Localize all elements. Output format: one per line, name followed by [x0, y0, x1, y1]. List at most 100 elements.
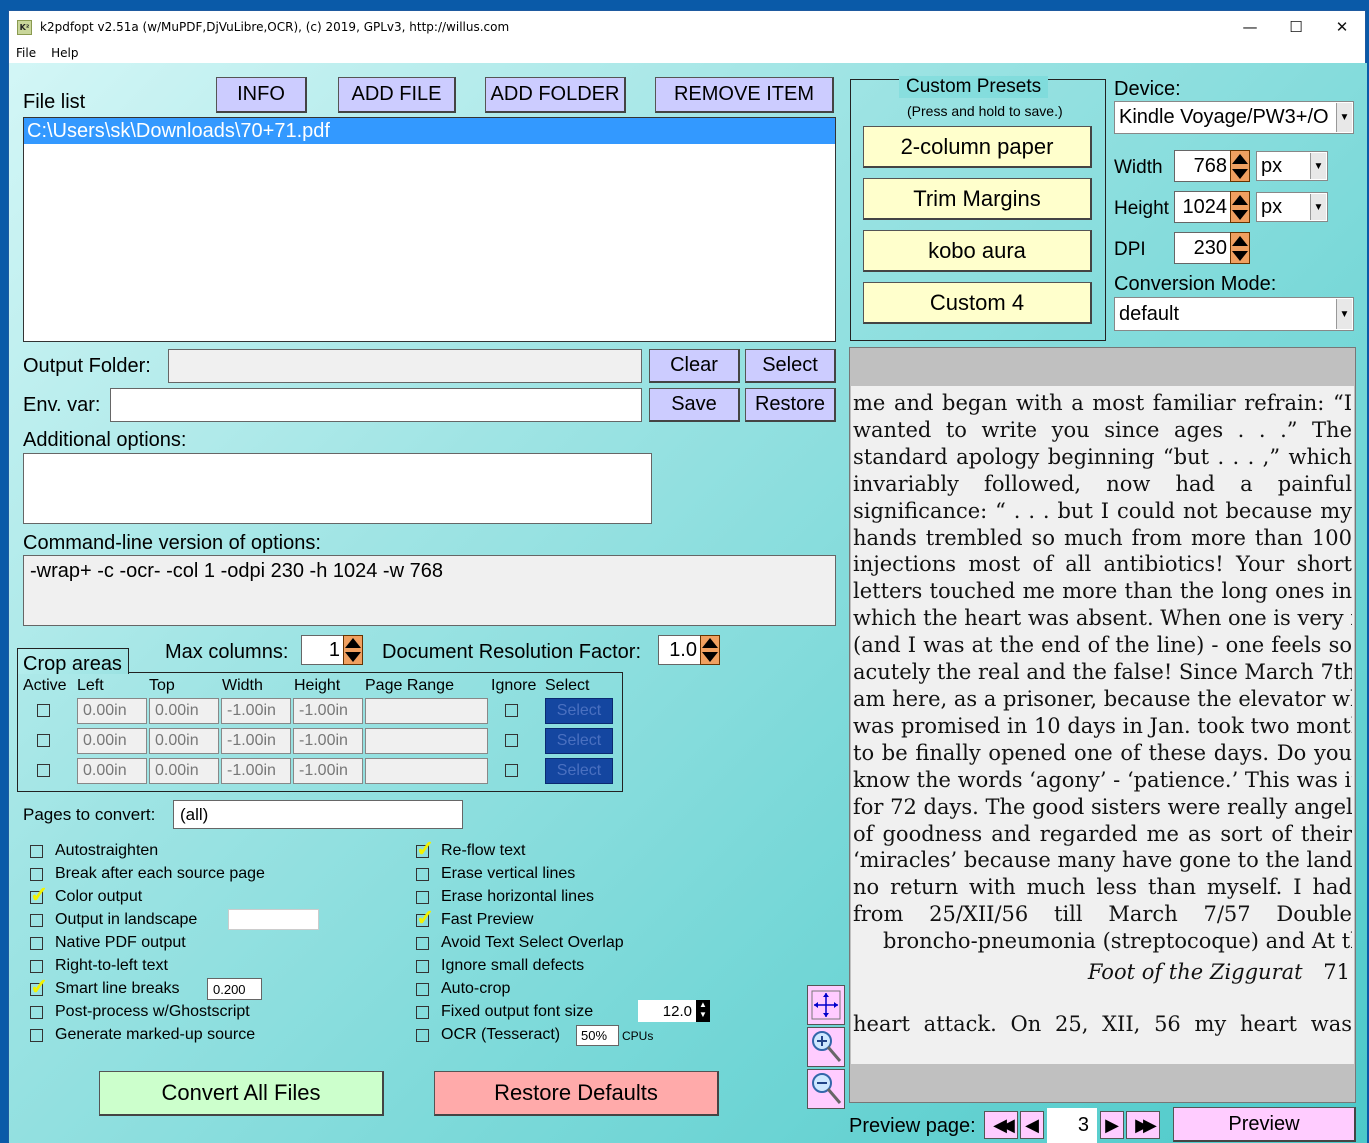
add-folder-button[interactable]: ADD FOLDER	[485, 77, 626, 113]
zoom-in-button[interactable]	[807, 1027, 845, 1067]
fast-preview-checkbox[interactable]	[416, 905, 434, 931]
crop-active-checkbox[interactable]	[37, 734, 50, 747]
smart-line-breaks-field[interactable]: 0.200	[207, 978, 262, 1000]
remove-item-button[interactable]: REMOVE ITEM	[655, 77, 834, 113]
max-columns-input[interactable]: 1	[301, 635, 345, 665]
doc-res-input[interactable]: 1.0	[658, 635, 702, 665]
save-button[interactable]: Save	[649, 388, 740, 422]
select-folder-button[interactable]: Select	[745, 349, 836, 383]
crop-width-field[interactable]: -1.00in	[221, 728, 291, 754]
rtl-label[interactable]: Right-to-left text	[55, 957, 168, 975]
minimize-button[interactable]: —	[1227, 11, 1273, 43]
ocr-cpu-field[interactable]: 50%	[576, 1025, 619, 1046]
crop-left-field[interactable]: 0.00in	[77, 758, 147, 784]
preset-trim-margins[interactable]: Trim Margins	[863, 178, 1092, 220]
crop-width-field[interactable]: -1.00in	[221, 758, 291, 784]
add-file-button[interactable]: ADD FILE	[338, 77, 456, 113]
height-spinner[interactable]	[1230, 191, 1250, 223]
ignore-defects-checkbox[interactable]	[416, 960, 429, 973]
color-output-label[interactable]: Color output	[55, 888, 142, 906]
erase-horizontal-label[interactable]: Erase horizontal lines	[441, 888, 594, 906]
erase-horizontal-checkbox[interactable]	[416, 891, 429, 904]
fixed-font-checkbox[interactable]	[416, 1006, 429, 1019]
fixed-font-field[interactable]: 12.0	[638, 1000, 696, 1022]
next-page-button[interactable]: ▶	[1100, 1111, 1124, 1139]
first-page-button[interactable]: ◀◀	[984, 1111, 1018, 1139]
native-pdf-label[interactable]: Native PDF output	[55, 934, 186, 952]
crop-range-field[interactable]	[365, 698, 488, 724]
output-folder-input[interactable]	[168, 349, 642, 383]
crop-active-checkbox[interactable]	[37, 764, 50, 777]
smart-line-breaks-label[interactable]: Smart line breaks	[55, 980, 180, 998]
avoid-overlap-checkbox[interactable]	[416, 937, 429, 950]
ghostscript-checkbox[interactable]	[30, 1006, 43, 1019]
landscape-field[interactable]	[228, 909, 319, 930]
restore-defaults-button[interactable]: Restore Defaults	[434, 1071, 719, 1116]
crop-height-field[interactable]: -1.00in	[293, 698, 363, 724]
command-line-output[interactable]: -wrap+ -c -ocr- -col 1 -odpi 230 -h 1024…	[23, 555, 836, 626]
additional-options-input[interactable]	[23, 453, 652, 524]
crop-top-field[interactable]: 0.00in	[149, 698, 219, 724]
width-input[interactable]: 768	[1174, 150, 1232, 182]
preview-page-input[interactable]: 3	[1047, 1108, 1097, 1143]
crop-ignore-checkbox[interactable]	[505, 764, 518, 777]
height-unit-select[interactable]: px ▼	[1256, 192, 1328, 222]
pages-input[interactable]: (all)	[173, 800, 463, 829]
preset-kobo-aura[interactable]: kobo aura	[863, 230, 1092, 272]
autostraighten-label[interactable]: Autostraighten	[55, 842, 158, 860]
landscape-label[interactable]: Output in landscape	[55, 911, 197, 929]
restore-button[interactable]: Restore	[745, 388, 836, 422]
marked-up-checkbox[interactable]	[30, 1029, 43, 1042]
preview-pane[interactable]: me and began with a most familiar refrai…	[849, 347, 1356, 1103]
erase-vertical-checkbox[interactable]	[416, 868, 429, 881]
crop-select-button[interactable]: Select	[545, 728, 613, 754]
crop-active-checkbox[interactable]	[37, 704, 50, 717]
crop-height-field[interactable]: -1.00in	[293, 758, 363, 784]
auto-crop-checkbox[interactable]	[416, 983, 429, 996]
info-button[interactable]: INFO	[216, 77, 307, 113]
conversion-mode-select[interactable]: default ▼	[1114, 297, 1354, 331]
max-columns-spinner[interactable]	[343, 635, 363, 665]
crop-height-field[interactable]: -1.00in	[293, 728, 363, 754]
crop-top-field[interactable]: 0.00in	[149, 728, 219, 754]
crop-select-button[interactable]: Select	[545, 758, 613, 784]
ocr-checkbox[interactable]	[416, 1029, 429, 1042]
landscape-checkbox[interactable]	[30, 914, 43, 927]
rtl-checkbox[interactable]	[30, 960, 43, 973]
erase-vertical-label[interactable]: Erase vertical lines	[441, 865, 575, 883]
auto-crop-label[interactable]: Auto-crop	[441, 980, 510, 998]
width-unit-select[interactable]: px ▼	[1256, 151, 1328, 181]
reflow-label[interactable]: Re-flow text	[441, 842, 525, 860]
break-page-label[interactable]: Break after each source page	[55, 865, 265, 883]
crop-ignore-checkbox[interactable]	[505, 734, 518, 747]
smart-line-breaks-checkbox[interactable]	[30, 974, 48, 1000]
crop-top-field[interactable]: 0.00in	[149, 758, 219, 784]
crop-width-field[interactable]: -1.00in	[221, 698, 291, 724]
fixed-font-spinner[interactable]: ▲ ▼	[696, 1000, 710, 1022]
height-input[interactable]: 1024	[1174, 191, 1232, 223]
crop-left-field[interactable]: 0.00in	[77, 728, 147, 754]
dpi-spinner[interactable]	[1230, 232, 1250, 264]
marked-up-label[interactable]: Generate marked-up source	[55, 1026, 255, 1044]
clear-button[interactable]: Clear	[649, 349, 740, 383]
preview-button[interactable]: Preview	[1173, 1107, 1356, 1142]
menu-help[interactable]: Help	[51, 46, 78, 60]
reflow-checkbox[interactable]	[416, 836, 434, 862]
device-select[interactable]: Kindle Voyage/PW3+/O ▼	[1114, 101, 1354, 134]
file-list[interactable]: C:\Users\sk\Downloads\70+71.pdf	[23, 117, 836, 342]
file-list-item[interactable]: C:\Users\sk\Downloads\70+71.pdf	[24, 118, 835, 144]
zoom-out-button[interactable]	[807, 1069, 845, 1109]
ghostscript-label[interactable]: Post-process w/Ghostscript	[55, 1003, 250, 1021]
doc-res-spinner[interactable]	[700, 635, 720, 665]
autostraighten-checkbox[interactable]	[30, 845, 43, 858]
crop-ignore-checkbox[interactable]	[505, 704, 518, 717]
fixed-font-label[interactable]: Fixed output font size	[441, 1003, 593, 1021]
env-var-input[interactable]	[110, 388, 642, 422]
ocr-label[interactable]: OCR (Tesseract)	[441, 1026, 560, 1044]
last-page-button[interactable]: ▶▶	[1126, 1111, 1160, 1139]
avoid-overlap-label[interactable]: Avoid Text Select Overlap	[441, 934, 624, 952]
crop-range-field[interactable]	[365, 728, 488, 754]
crop-range-field[interactable]	[365, 758, 488, 784]
pan-button[interactable]	[807, 985, 845, 1025]
color-output-checkbox[interactable]	[30, 882, 48, 908]
